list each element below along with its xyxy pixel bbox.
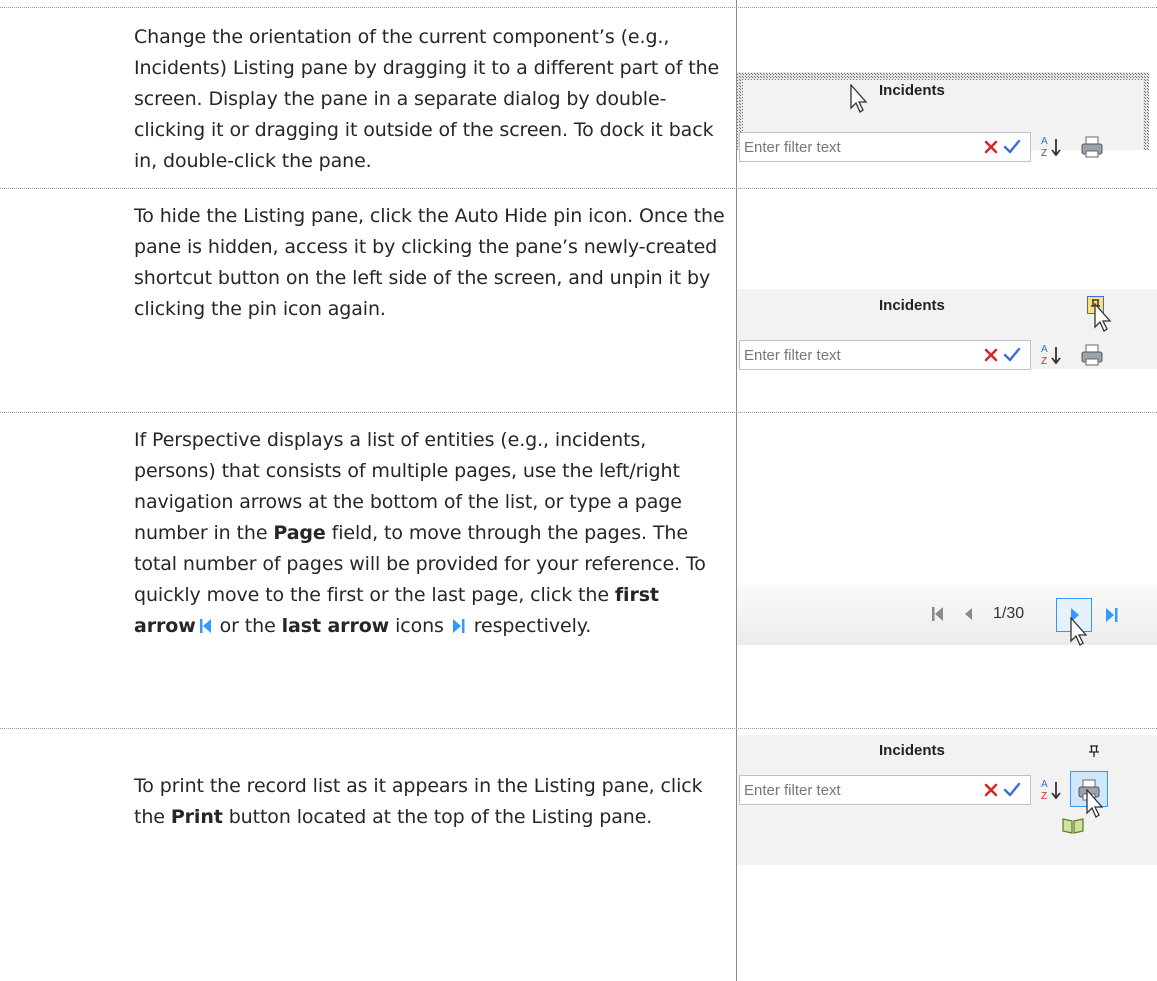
apply-icon[interactable]	[1003, 138, 1021, 156]
pager-bar	[737, 585, 1157, 645]
row2-text: To hide the Listing pane, click the Auto…	[134, 205, 725, 320]
book-icon	[1062, 818, 1084, 834]
clear-icon[interactable]	[983, 138, 999, 156]
pin-icon[interactable]	[1087, 743, 1101, 759]
apply-icon[interactable]	[1003, 781, 1021, 799]
row1-screenshot: Incidents A Z	[737, 8, 1157, 188]
row1-text: Change the orientation of the current co…	[134, 26, 720, 172]
svg-text:Z: Z	[1041, 356, 1047, 367]
first-page-icon[interactable]	[930, 605, 944, 623]
page-field[interactable]: 1/30	[993, 605, 1024, 623]
prev-page-icon[interactable]	[963, 606, 973, 622]
cursor-icon	[1094, 303, 1112, 332]
row4-text: To print the record list as it appears i…	[134, 775, 703, 828]
clear-icon[interactable]	[983, 781, 999, 799]
first-page-icon	[199, 619, 211, 633]
pane-title: Incidents	[879, 82, 945, 99]
filter-input[interactable]	[740, 341, 894, 369]
document: Change the orientation of the current co…	[0, 0, 1157, 981]
pane-title: Incidents	[879, 742, 945, 759]
svg-text:A: A	[1041, 344, 1048, 355]
print-icon[interactable]	[1079, 342, 1105, 368]
svg-text:A: A	[1041, 136, 1048, 147]
row4-screenshot: Incidents A Z	[737, 729, 1157, 981]
sort-az-icon[interactable]: A Z	[1039, 134, 1063, 160]
row2-screenshot: Incidents A Z	[737, 189, 1157, 412]
sort-az-icon[interactable]: A Z	[1039, 777, 1063, 803]
clear-icon[interactable]	[983, 346, 999, 364]
print-term: Print	[170, 806, 223, 828]
cursor-icon	[1070, 617, 1088, 646]
filter-input[interactable]	[740, 776, 894, 804]
filter-input[interactable]	[740, 133, 894, 161]
cursor-icon	[850, 84, 868, 113]
pane-title: Incidents	[879, 297, 945, 314]
last-page-icon	[452, 619, 465, 633]
print-icon[interactable]	[1079, 134, 1105, 160]
sort-az-icon[interactable]: A Z	[1039, 342, 1063, 368]
svg-text:Z: Z	[1041, 148, 1047, 159]
row3-screenshot: 1/30	[737, 413, 1157, 728]
row3-text: If Perspective displays a list of entiti…	[134, 429, 706, 637]
svg-text:A: A	[1041, 779, 1048, 790]
svg-text:Z: Z	[1041, 791, 1047, 802]
last-page-icon[interactable]	[1105, 606, 1119, 624]
last-arrow-term: last arrow	[281, 615, 390, 637]
cursor-icon	[1086, 789, 1104, 818]
page-field-term: Page	[273, 522, 326, 544]
apply-icon[interactable]	[1003, 346, 1021, 364]
